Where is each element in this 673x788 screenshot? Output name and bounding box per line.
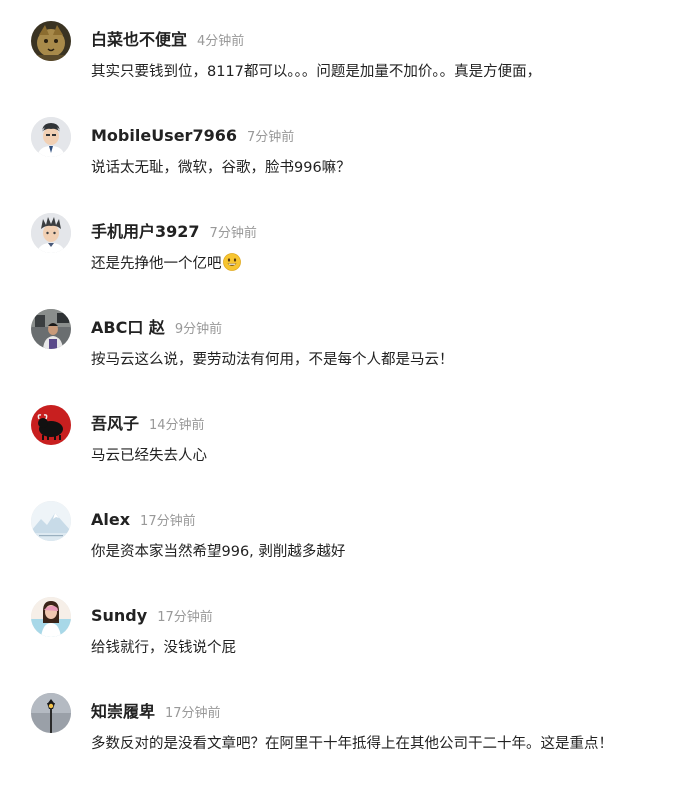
comment-meta: 吾风子 14分钟前 [91,412,205,436]
comment-meta: 手机用户3927 7分钟前 [91,220,257,244]
comment-meta: Sundy 17分钟前 [91,604,213,628]
comment-text: 多数反对的是没看文章吧？在阿里干十年抵得上在其他公司干二十年。这是重点！ [91,736,613,752]
timestamp: 9分钟前 [174,322,223,337]
street-lamp-avatar-icon[interactable] [31,693,71,733]
timestamp: 7分钟前 [246,130,295,145]
username[interactable]: 手机用户3927 [91,222,200,241]
comment-text: 说话太无耻，微软，谷歌，脸书996嘛？ [91,160,351,176]
person-photo-avatar-icon[interactable] [31,309,71,349]
comment-item: Alex 17分钟前 你是资本家当然希望996, 剥削越多越好 [0,500,673,596]
username[interactable]: 白菜也不便宜 [91,30,187,49]
comment-meta: Alex 17分钟前 [91,508,196,532]
username[interactable]: ABC口 赵 [91,318,165,337]
timestamp: 17分钟前 [140,514,196,529]
comment-item: 吾风子 14分钟前 马云已经失去人心 [0,404,673,500]
golden-cat-avatar-icon[interactable] [31,21,71,61]
comment-meta: 白菜也不便宜 4分钟前 [91,28,244,52]
comment-item: ABC口 赵 9分钟前 按马云这么说，要劳动法有何用，不是每个人都是马云！ [0,308,673,404]
woman-photo-avatar-icon[interactable] [31,597,71,637]
username[interactable]: 知崇履卑 [91,702,155,721]
comment-meta: 知崇履卑 17分钟前 [91,700,221,724]
comment-item: MobileUser7966 7分钟前 说话太无耻，微软，谷歌，脸书996嘛？ [0,116,673,212]
comment-item: 手机用户3927 7分钟前 还是先挣他一个亿吧 [0,212,673,308]
timestamp: 17分钟前 [157,610,213,625]
comment-item: Sundy 17分钟前 给钱就行，没钱说个屁 [0,596,673,692]
comment-text: 马云已经失去人心 [91,448,207,464]
comment-text: 按马云这么说，要劳动法有何用，不是每个人都是马云！ [91,352,454,368]
default-spiky-hair-avatar-icon[interactable] [31,213,71,253]
comment-meta: ABC口 赵 9分钟前 [91,316,222,340]
comment-text-content: 还是先挣他一个亿吧 [91,256,222,272]
username[interactable]: Sundy [91,606,147,625]
comment-item: 知崇履卑 17分钟前 多数反对的是没看文章吧？在阿里干十年抵得上在其他公司干二十年… [0,692,673,788]
grinning-face-emoji-icon [222,253,241,278]
timestamp: 14分钟前 [149,418,205,433]
comment-text: 给钱就行，没钱说个屁 [91,640,236,656]
comment-text: 其实只要钱到位，8117都可以。。。问题是加量不加价。。真是方便面， [91,64,542,80]
comment-text: 还是先挣他一个亿吧 [91,253,241,278]
timestamp: 17分钟前 [165,706,221,721]
username[interactable]: 吾风子 [91,414,139,433]
red-bull-avatar-icon[interactable] [31,405,71,445]
username[interactable]: Alex [91,510,130,529]
mountain-landscape-avatar-icon[interactable] [31,501,71,541]
comment-text: 你是资本家当然希望996, 剥削越多越好 [91,544,346,560]
timestamp: 4分钟前 [197,34,245,49]
timestamp: 7分钟前 [209,226,257,241]
username[interactable]: MobileUser7966 [91,126,237,145]
default-male-avatar-icon[interactable] [31,117,71,157]
comment-meta: MobileUser7966 7分钟前 [91,124,294,148]
comment-item: 白菜也不便宜 4分钟前 其实只要钱到位，8117都可以。。。问题是加量不加价。。真… [0,20,673,116]
